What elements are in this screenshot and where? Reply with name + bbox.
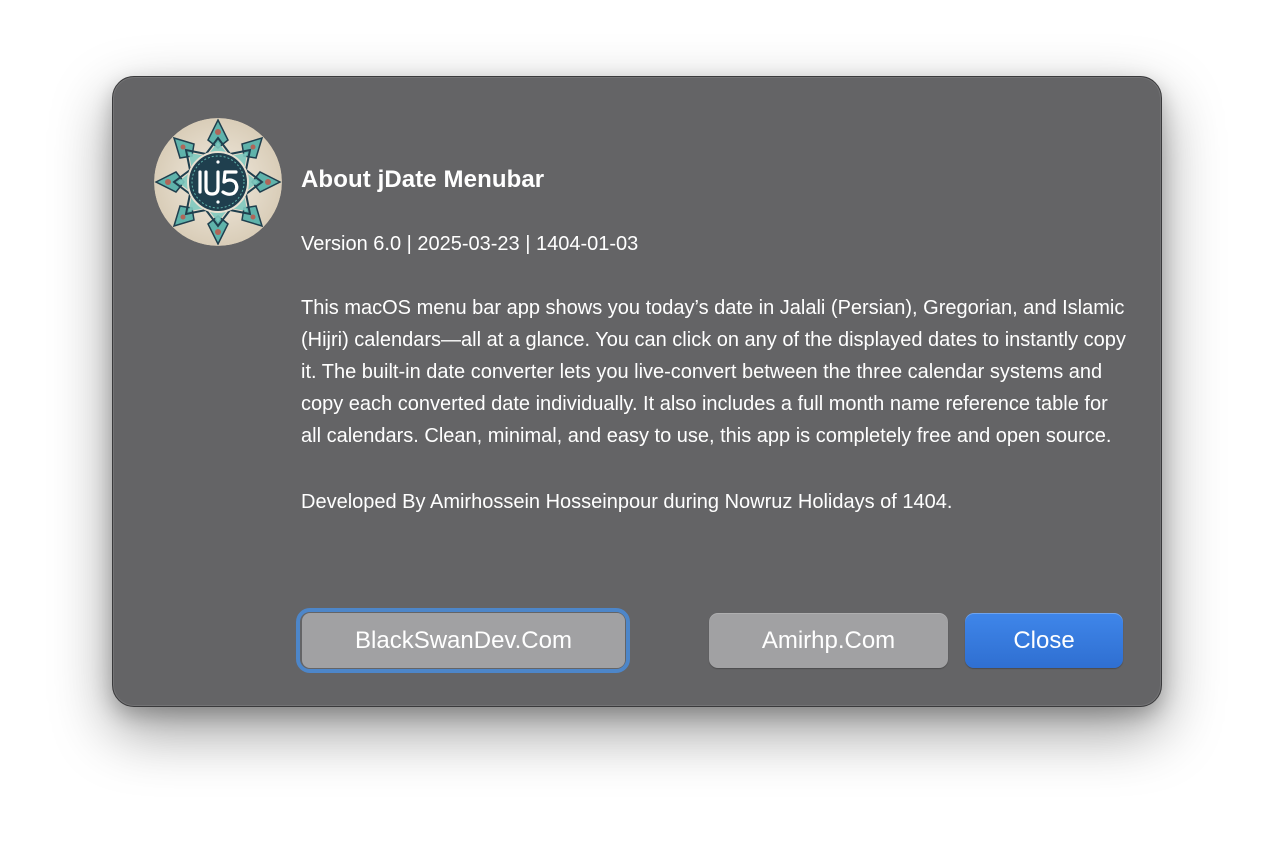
blackswandev-link-button[interactable]: BlackSwanDev.Com [302,613,625,668]
dialog-title: About jDate Menubar [301,166,545,193]
about-dialog: About jDate Menubar Version 6.0 | 2025-0… [112,76,1162,707]
about-content: About jDate Menubar Version 6.0 | 2025-0… [301,165,1131,516]
app-description: This macOS menu bar app shows you today’… [301,297,1126,447]
app-icon [154,118,282,246]
close-button[interactable]: Close [965,613,1123,668]
developer-credit: Developed By Amirhossein Hosseinpour dur… [301,491,953,513]
amirhp-link-button[interactable]: Amirhp.Com [709,613,948,668]
version-line: Version 6.0 | 2025-03-23 | 1404-01-03 [301,233,639,255]
screen-background: About jDate Menubar Version 6.0 | 2025-0… [0,0,1274,856]
